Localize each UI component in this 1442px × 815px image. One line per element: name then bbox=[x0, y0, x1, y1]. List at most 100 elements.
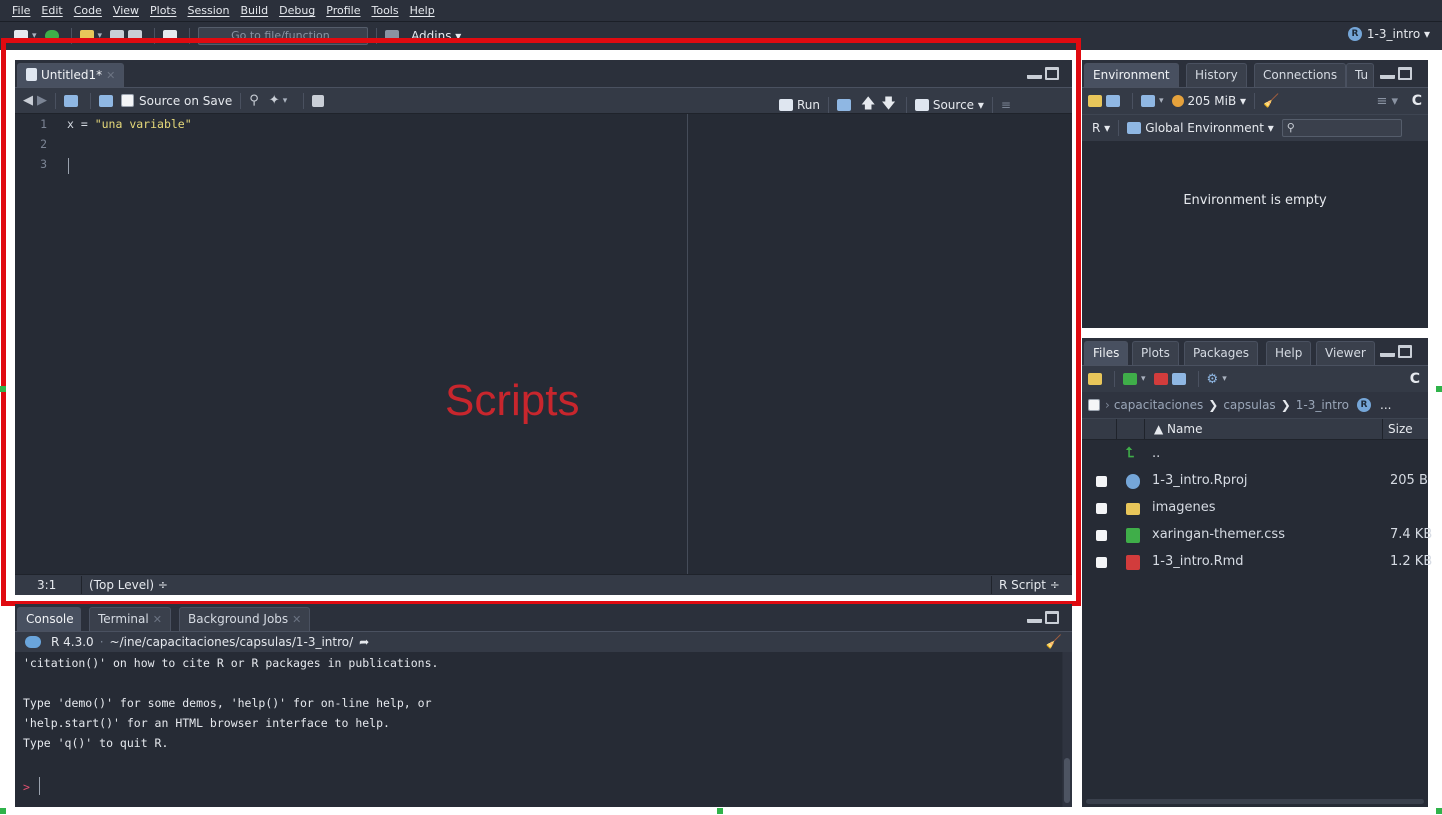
close-tab-icon[interactable]: ✕ bbox=[106, 69, 115, 82]
menu-profile[interactable]: Profile bbox=[326, 4, 360, 17]
save-file-icon[interactable] bbox=[99, 94, 113, 107]
show-in-window-icon[interactable] bbox=[64, 94, 78, 107]
resize-handle[interactable] bbox=[1436, 808, 1442, 814]
tab-untitled1[interactable]: Untitled1* ✕ bbox=[17, 63, 125, 87]
tab-environment[interactable]: Environment bbox=[1084, 63, 1179, 87]
close-tab-icon[interactable]: ✕ bbox=[292, 613, 301, 626]
tab-packages[interactable]: Packages bbox=[1184, 341, 1258, 365]
memory-usage[interactable]: 205 MiB ▾ bbox=[1188, 94, 1246, 108]
delete-file-icon[interactable] bbox=[1153, 373, 1168, 385]
maximize-pane-icon[interactable] bbox=[1045, 67, 1059, 80]
clear-workspace-broom-icon[interactable]: 🧹 bbox=[1263, 94, 1279, 109]
breadcrumb-item[interactable]: 1-3_intro bbox=[1296, 398, 1349, 412]
menu-tools[interactable]: Tools bbox=[371, 4, 398, 17]
code-tools-dropdown-icon[interactable]: ▾ bbox=[283, 96, 288, 106]
file-checkbox[interactable] bbox=[1096, 476, 1107, 487]
source-button[interactable]: Source ▾ bbox=[933, 98, 984, 112]
save-icon[interactable] bbox=[110, 30, 125, 42]
import-dataset-icon[interactable] bbox=[1141, 95, 1155, 107]
console-output[interactable]: 'citation()' on how to cite R or R packa… bbox=[15, 652, 1062, 807]
maximize-pane-icon[interactable] bbox=[1045, 611, 1059, 624]
maximize-pane-icon[interactable] bbox=[1398, 67, 1412, 80]
new-blank-file-dropdown-icon[interactable]: ▾ bbox=[1141, 374, 1146, 384]
select-all-checkbox[interactable] bbox=[1088, 399, 1100, 411]
menu-file[interactable]: File bbox=[12, 4, 30, 17]
save-workspace-icon[interactable] bbox=[1106, 95, 1120, 107]
code-editor[interactable]: 1 2 3 x = "una variable" Scripts bbox=[15, 114, 1072, 574]
print-icon[interactable] bbox=[163, 30, 178, 42]
file-row[interactable]: 1-3_intro.Rproj 205 B bbox=[1082, 469, 1428, 496]
minimize-pane-icon[interactable] bbox=[1027, 73, 1042, 79]
refresh-icon[interactable]: C bbox=[1412, 93, 1422, 109]
menu-view[interactable]: View bbox=[113, 4, 139, 17]
import-dropdown-icon[interactable]: ▾ bbox=[1159, 96, 1164, 106]
r-project-icon[interactable]: R bbox=[1357, 398, 1372, 412]
maximize-pane-icon[interactable] bbox=[1398, 345, 1412, 358]
outline-icon[interactable]: ≡ bbox=[1001, 98, 1011, 112]
file-name[interactable]: 1-3_intro.Rmd bbox=[1152, 554, 1244, 569]
resize-handle[interactable] bbox=[0, 808, 6, 814]
save-all-icon[interactable] bbox=[128, 30, 143, 42]
file-row[interactable]: 1-3_intro.Rmd 1.2 KB bbox=[1082, 550, 1432, 577]
rename-file-icon[interactable] bbox=[1171, 373, 1186, 385]
file-name[interactable]: imagenes bbox=[1152, 500, 1216, 515]
parent-directory-row[interactable]: ⮤ .. bbox=[1082, 442, 1428, 469]
breadcrumb-more[interactable]: ... bbox=[1380, 398, 1391, 412]
menu-code[interactable]: Code bbox=[74, 4, 102, 17]
menu-debug[interactable]: Debug bbox=[279, 4, 315, 17]
forward-arrow-icon[interactable]: ▶ bbox=[37, 93, 47, 108]
file-checkbox[interactable] bbox=[1096, 557, 1107, 568]
find-replace-icon[interactable]: ⚲ bbox=[249, 93, 259, 108]
file-checkbox[interactable] bbox=[1096, 530, 1107, 541]
scope-selector[interactable]: (Top Level) ÷ bbox=[89, 578, 168, 592]
name-column-header[interactable]: ▲ Name bbox=[1154, 422, 1202, 436]
files-horizontal-scrollbar[interactable] bbox=[1086, 799, 1424, 804]
goto-file-input[interactable]: Go to file/function bbox=[198, 27, 369, 45]
new-folder-icon[interactable] bbox=[1088, 373, 1102, 385]
tab-help[interactable]: Help bbox=[1266, 341, 1312, 365]
open-file-icon[interactable] bbox=[79, 30, 94, 42]
back-arrow-icon[interactable]: ◀ bbox=[23, 93, 33, 108]
source-on-save-checkbox[interactable] bbox=[121, 94, 134, 107]
compile-report-icon[interactable] bbox=[312, 94, 325, 107]
minimize-pane-icon[interactable] bbox=[1380, 351, 1395, 357]
new-project-icon[interactable] bbox=[44, 30, 59, 42]
file-name[interactable]: xaringan-themer.css bbox=[1152, 527, 1285, 542]
grid-layout-icon[interactable] bbox=[385, 30, 400, 42]
breadcrumb-item[interactable]: capsulas bbox=[1223, 398, 1275, 412]
file-checkbox[interactable] bbox=[1096, 503, 1107, 514]
new-blank-file-icon[interactable] bbox=[1123, 373, 1137, 385]
language-selector[interactable]: R ▾ bbox=[1092, 121, 1110, 135]
run-button[interactable]: Run bbox=[797, 98, 820, 112]
environment-search-input[interactable]: ⚲ bbox=[1281, 119, 1402, 137]
tab-tutorial[interactable]: Tu bbox=[1346, 63, 1374, 87]
menu-session[interactable]: Session bbox=[187, 4, 229, 17]
menu-help[interactable]: Help bbox=[410, 4, 435, 17]
tab-files[interactable]: Files bbox=[1084, 341, 1129, 365]
file-name[interactable]: 1-3_intro.Rproj bbox=[1152, 473, 1248, 488]
rerun-icon[interactable] bbox=[837, 99, 852, 111]
menu-plots[interactable]: Plots bbox=[150, 4, 176, 17]
list-view-icon[interactable]: ≡ ▾ bbox=[1376, 94, 1398, 109]
refresh-icon[interactable]: C bbox=[1410, 371, 1420, 387]
project-menu[interactable]: R 1-3_intro ▾ bbox=[1347, 27, 1430, 41]
clear-console-broom-icon[interactable]: 🧹 bbox=[1046, 635, 1062, 650]
more-gear-icon[interactable]: ⚙ bbox=[1207, 372, 1219, 387]
console-scrollbar[interactable] bbox=[1063, 652, 1072, 807]
go-to-directory-icon[interactable]: ➦ bbox=[359, 635, 369, 649]
load-workspace-icon[interactable] bbox=[1088, 95, 1102, 107]
breadcrumb-item[interactable]: capacitaciones bbox=[1114, 398, 1203, 412]
tab-viewer[interactable]: Viewer bbox=[1316, 341, 1375, 365]
scrollbar-thumb[interactable] bbox=[1064, 758, 1070, 803]
file-row[interactable]: imagenes bbox=[1082, 496, 1428, 523]
file-row[interactable]: xaringan-themer.css 7.4 KB bbox=[1082, 523, 1432, 550]
resize-handle[interactable] bbox=[1436, 386, 1442, 392]
more-dropdown-icon[interactable]: ▾ bbox=[1222, 374, 1227, 384]
tab-connections[interactable]: Connections bbox=[1254, 63, 1347, 87]
scope-selector[interactable]: Global Environment ▾ bbox=[1145, 121, 1274, 135]
close-tab-icon[interactable]: ✕ bbox=[153, 613, 162, 626]
open-file-dropdown-icon[interactable]: ▾ bbox=[98, 31, 103, 41]
tab-background-jobs[interactable]: Background Jobs ✕ bbox=[179, 607, 311, 631]
tab-console[interactable]: Console bbox=[17, 607, 81, 631]
size-column-header[interactable]: Size bbox=[1388, 422, 1413, 436]
